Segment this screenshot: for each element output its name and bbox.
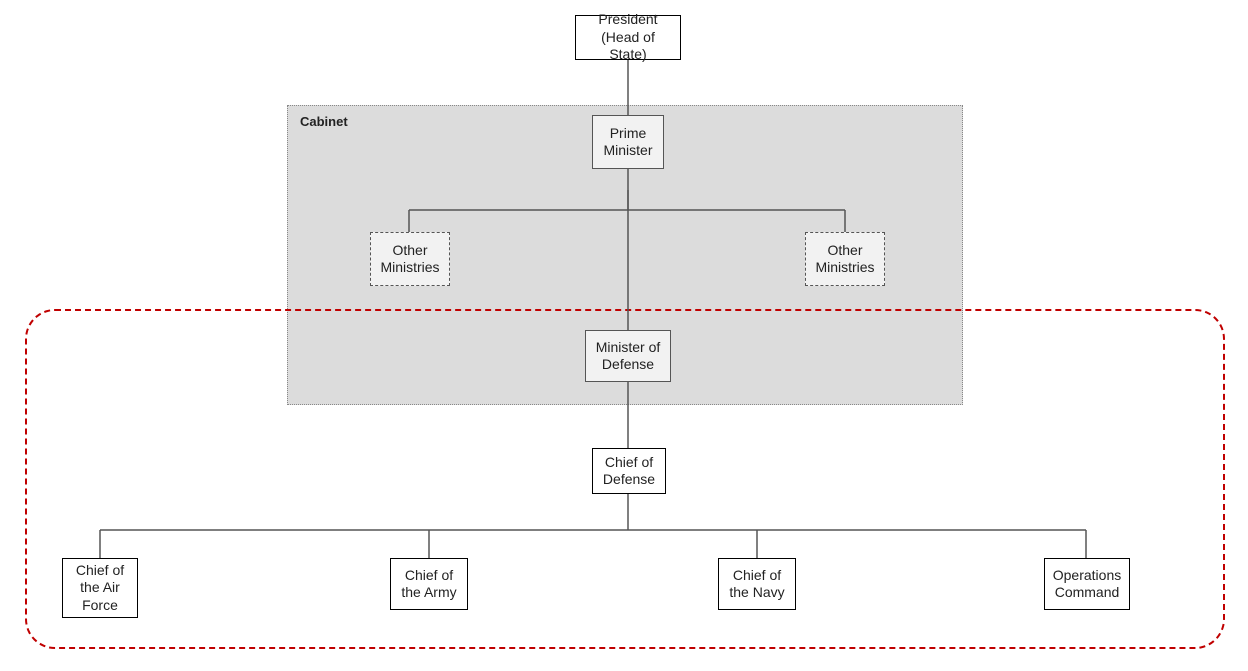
cod-line1: Chief of xyxy=(605,454,653,472)
operations-command-box: Operations Command xyxy=(1044,558,1130,610)
mod-line1: Minister of xyxy=(596,339,661,357)
cabinet-label: Cabinet xyxy=(300,114,348,129)
caf-line1: Chief of xyxy=(76,562,124,580)
omr-line2: Ministries xyxy=(815,259,874,277)
con-line2: the Navy xyxy=(729,584,784,602)
other-ministries-right-box: Other Ministries xyxy=(805,232,885,286)
caf-line2: the Air xyxy=(80,579,120,597)
president-line1: President xyxy=(598,11,657,29)
chief-of-army-box: Chief of the Army xyxy=(390,558,468,610)
oml-line1: Other xyxy=(392,242,427,260)
other-ministries-left-box: Other Ministries xyxy=(370,232,450,286)
president-box: President (Head of State) xyxy=(575,15,681,60)
oc-line2: Command xyxy=(1055,584,1120,602)
chief-of-navy-box: Chief of the Navy xyxy=(718,558,796,610)
cod-line2: Defense xyxy=(603,471,655,489)
caf-line3: Force xyxy=(82,597,118,615)
chief-of-defense-box: Chief of Defense xyxy=(592,448,666,494)
oml-line2: Ministries xyxy=(380,259,439,277)
president-line2: (Head of State) xyxy=(582,29,674,64)
chief-of-air-force-box: Chief of the Air Force xyxy=(62,558,138,618)
mod-line2: Defense xyxy=(602,356,654,374)
coa-line2: the Army xyxy=(401,584,456,602)
coa-line1: Chief of xyxy=(405,567,453,585)
con-line1: Chief of xyxy=(733,567,781,585)
oc-line1: Operations xyxy=(1053,567,1121,585)
omr-line1: Other xyxy=(827,242,862,260)
pm-line1: Prime xyxy=(610,125,647,143)
prime-minister-box: Prime Minister xyxy=(592,115,664,169)
minister-of-defense-box: Minister of Defense xyxy=(585,330,671,382)
pm-line2: Minister xyxy=(603,142,652,160)
